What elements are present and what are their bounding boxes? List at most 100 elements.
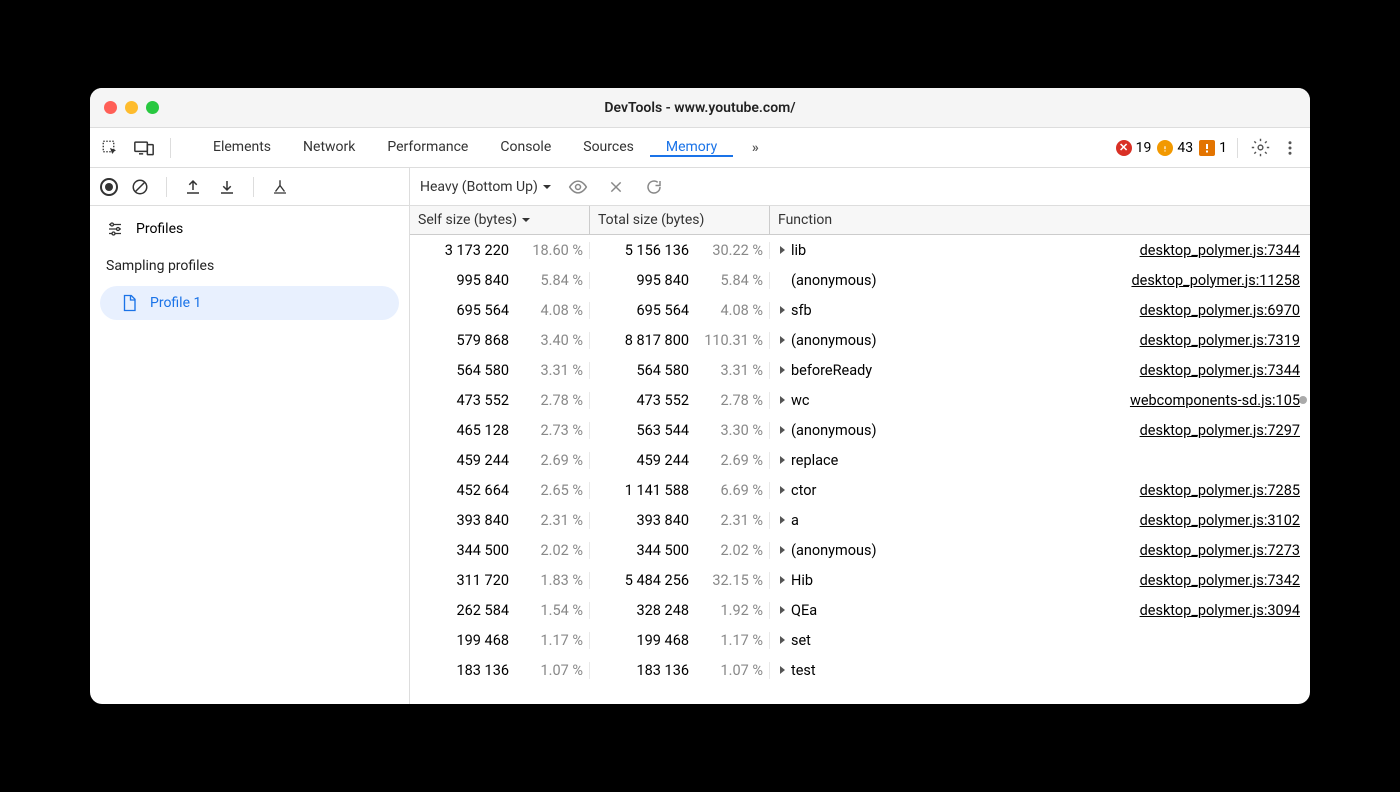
- cell-self-size: 459 2442.69 %: [410, 452, 590, 469]
- errors-count: 19: [1136, 140, 1152, 156]
- table-row[interactable]: 465 1282.73 %563 5443.30 %(anonymous)des…: [410, 415, 1310, 445]
- device-toggle-icon[interactable]: [132, 136, 156, 160]
- clear-icon[interactable]: [128, 175, 152, 199]
- garbage-collect-icon[interactable]: [268, 175, 292, 199]
- cell-function: lib desktop_polymer.js:7344: [770, 242, 1310, 259]
- scrollbar-thumb[interactable]: [1299, 396, 1307, 404]
- cell-total-size: 5 484 25632.15 %: [590, 572, 770, 589]
- source-link[interactable]: desktop_polymer.js:7297: [1140, 422, 1300, 439]
- source-link[interactable]: webcomponents-sd.js:105: [1130, 392, 1300, 409]
- panel-body: Profiles Sampling profiles Profile 1 Sel…: [90, 206, 1310, 704]
- source-link[interactable]: desktop_polymer.js:3094: [1140, 602, 1300, 619]
- expand-triangle-icon[interactable]: [780, 246, 785, 254]
- expand-triangle-icon[interactable]: [780, 366, 785, 374]
- table-row[interactable]: 473 5522.78 %473 5522.78 %wcwebcomponent…: [410, 385, 1310, 415]
- function-name: set: [791, 632, 811, 649]
- source-link[interactable]: desktop_polymer.js:7319: [1140, 332, 1300, 349]
- more-menu-icon[interactable]: [1278, 136, 1302, 160]
- table-row[interactable]: 459 2442.69 %459 2442.69 %replace: [410, 445, 1310, 475]
- cell-total-size: 459 2442.69 %: [590, 452, 770, 469]
- col-header-total-size[interactable]: Total size (bytes): [590, 206, 770, 234]
- table-row[interactable]: 579 8683.40 %8 817 800110.31 %(anonymous…: [410, 325, 1310, 355]
- cell-function: sfbdesktop_polymer.js:6970: [770, 302, 1310, 319]
- table-row[interactable]: 995 8405.84 %995 8405.84 %(anonymous)des…: [410, 265, 1310, 295]
- sampling-profiles-heading: Sampling profiles: [90, 248, 409, 284]
- cell-function: set: [770, 632, 1310, 649]
- traffic-lights: [104, 101, 159, 114]
- table-row[interactable]: 695 5644.08 %695 5644.08 %sfbdesktop_pol…: [410, 295, 1310, 325]
- function-name: lib: [791, 242, 806, 259]
- table-row[interactable]: 262 5841.54 %328 2481.92 %QEadesktop_pol…: [410, 595, 1310, 625]
- cell-total-size: 328 2481.92 %: [590, 602, 770, 619]
- focus-icon[interactable]: [566, 175, 590, 199]
- cell-function: (anonymous)desktop_polymer.js:7273: [770, 542, 1310, 559]
- profiles-header[interactable]: Profiles: [90, 210, 409, 248]
- upload-icon[interactable]: [181, 175, 205, 199]
- expand-triangle-icon[interactable]: [780, 546, 785, 554]
- main-toolbar: ElementsNetworkPerformanceConsoleSources…: [90, 128, 1310, 168]
- table-row[interactable]: 452 6642.65 %1 141 5886.69 %ctordesktop_…: [410, 475, 1310, 505]
- record-button[interactable]: [100, 178, 118, 196]
- tab-network[interactable]: Network: [287, 139, 371, 157]
- errors-badge[interactable]: ✕ 19: [1116, 140, 1152, 156]
- expand-triangle-icon[interactable]: [780, 516, 785, 524]
- table-row[interactable]: 311 7201.83 %5 484 25632.15 %Hibdesktop_…: [410, 565, 1310, 595]
- view-mode-dropdown[interactable]: Heavy (Bottom Up): [420, 179, 552, 195]
- close-window-button[interactable]: [104, 101, 117, 114]
- expand-triangle-icon[interactable]: [780, 336, 785, 344]
- profile-item-1[interactable]: Profile 1: [100, 286, 399, 320]
- expand-triangle-icon[interactable]: [780, 576, 785, 584]
- tab-memory[interactable]: Memory: [650, 139, 733, 157]
- source-link[interactable]: desktop_polymer.js:7273: [1140, 542, 1300, 559]
- table-row[interactable]: 344 5002.02 %344 5002.02 %(anonymous)des…: [410, 535, 1310, 565]
- table-body[interactable]: 3 173 22018.60 %5 156 13630.22 %libdeskt…: [410, 235, 1310, 704]
- view-mode-label: Heavy (Bottom Up): [420, 179, 538, 195]
- table-row[interactable]: 393 8402.31 %393 8402.31 %adesktop_polym…: [410, 505, 1310, 535]
- tab-elements[interactable]: Elements: [197, 139, 287, 157]
- divider: [1237, 138, 1238, 158]
- cell-self-size: 465 1282.73 %: [410, 422, 590, 439]
- function-name: beforeReady: [791, 362, 872, 379]
- source-link[interactable]: desktop_polymer.js:3102: [1140, 512, 1300, 529]
- tab-sources[interactable]: Sources: [567, 139, 650, 157]
- source-link[interactable]: desktop_polymer.js:11258: [1131, 272, 1300, 289]
- expand-triangle-icon[interactable]: [780, 606, 785, 614]
- source-link[interactable]: desktop_polymer.js:7285: [1140, 482, 1300, 499]
- maximize-window-button[interactable]: [146, 101, 159, 114]
- function-name: (anonymous): [791, 332, 877, 349]
- table-row[interactable]: 564 5803.31 %564 5803.31 %beforeReadydes…: [410, 355, 1310, 385]
- source-link[interactable]: desktop_polymer.js:7342: [1140, 572, 1300, 589]
- function-name: wc: [791, 392, 810, 409]
- close-focus-icon[interactable]: [604, 175, 628, 199]
- more-tabs-chevron-icon[interactable]: »: [743, 136, 767, 160]
- warnings-badge[interactable]: 43: [1157, 140, 1193, 156]
- settings-gear-icon[interactable]: [1248, 136, 1272, 160]
- profiles-sidebar: Profiles Sampling profiles Profile 1: [90, 206, 410, 704]
- inspect-element-icon[interactable]: [98, 136, 122, 160]
- source-link[interactable]: desktop_polymer.js:7344: [1140, 362, 1300, 379]
- expand-triangle-icon[interactable]: [780, 306, 785, 314]
- expand-triangle-icon[interactable]: [780, 396, 785, 404]
- col-header-function[interactable]: Function: [770, 206, 1310, 234]
- expand-triangle-icon[interactable]: [780, 456, 785, 464]
- error-icon: ✕: [1116, 140, 1132, 156]
- table-row[interactable]: 183 1361.07 %183 1361.07 %test: [410, 655, 1310, 685]
- cell-function: test: [770, 662, 1310, 679]
- col-header-self-size[interactable]: Self size (bytes): [410, 206, 590, 234]
- minimize-window-button[interactable]: [125, 101, 138, 114]
- tab-performance[interactable]: Performance: [371, 139, 484, 157]
- expand-triangle-icon[interactable]: [780, 666, 785, 674]
- tab-console[interactable]: Console: [484, 139, 567, 157]
- expand-triangle-icon[interactable]: [780, 486, 785, 494]
- expand-triangle-icon[interactable]: [780, 426, 785, 434]
- source-link[interactable]: desktop_polymer.js:6970: [1140, 302, 1300, 319]
- table-row[interactable]: 3 173 22018.60 %5 156 13630.22 %libdeskt…: [410, 235, 1310, 265]
- download-icon[interactable]: [215, 175, 239, 199]
- cell-self-size: 995 8405.84 %: [410, 272, 590, 289]
- expand-triangle-icon[interactable]: [780, 636, 785, 644]
- table-row[interactable]: 199 4681.17 %199 4681.17 %set: [410, 625, 1310, 655]
- reload-icon[interactable]: [642, 175, 666, 199]
- source-link[interactable]: desktop_polymer.js:7344: [1140, 242, 1300, 259]
- cell-total-size: 393 8402.31 %: [590, 512, 770, 529]
- issues-badge[interactable]: 1: [1199, 140, 1227, 156]
